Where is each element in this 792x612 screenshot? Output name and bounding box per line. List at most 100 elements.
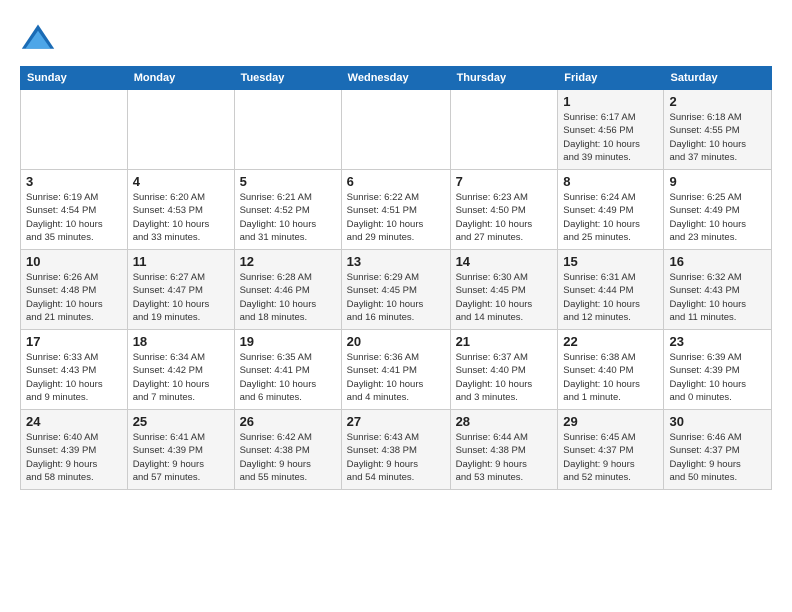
calendar-cell <box>341 90 450 170</box>
day-number: 13 <box>347 254 445 269</box>
day-number: 17 <box>26 334 122 349</box>
day-number: 29 <box>563 414 658 429</box>
day-number: 9 <box>669 174 766 189</box>
weekday-header-monday: Monday <box>127 67 234 90</box>
weekday-header-saturday: Saturday <box>664 67 772 90</box>
day-info: Sunrise: 6:34 AM Sunset: 4:42 PM Dayligh… <box>133 351 229 404</box>
day-number: 5 <box>240 174 336 189</box>
calendar-cell <box>127 90 234 170</box>
day-number: 1 <box>563 94 658 109</box>
day-info: Sunrise: 6:32 AM Sunset: 4:43 PM Dayligh… <box>669 271 766 324</box>
calendar-cell: 3 Sunrise: 6:19 AM Sunset: 4:54 PM Daylig… <box>21 170 128 250</box>
day-info: Sunrise: 6:18 AM Sunset: 4:55 PM Dayligh… <box>669 111 766 164</box>
day-info: Sunrise: 6:22 AM Sunset: 4:51 PM Dayligh… <box>347 191 445 244</box>
day-info: Sunrise: 6:33 AM Sunset: 4:43 PM Dayligh… <box>26 351 122 404</box>
week-row-2: 3 Sunrise: 6:19 AM Sunset: 4:54 PM Daylig… <box>21 170 772 250</box>
day-info: Sunrise: 6:19 AM Sunset: 4:54 PM Dayligh… <box>26 191 122 244</box>
day-number: 24 <box>26 414 122 429</box>
day-number: 15 <box>563 254 658 269</box>
day-info: Sunrise: 6:25 AM Sunset: 4:49 PM Dayligh… <box>669 191 766 244</box>
logo <box>20 20 60 56</box>
calendar-cell: 7 Sunrise: 6:23 AM Sunset: 4:50 PM Daylig… <box>450 170 558 250</box>
weekday-header-tuesday: Tuesday <box>234 67 341 90</box>
logo-icon <box>20 20 56 56</box>
day-info: Sunrise: 6:41 AM Sunset: 4:39 PM Dayligh… <box>133 431 229 484</box>
week-row-4: 17 Sunrise: 6:33 AM Sunset: 4:43 PM Dayli… <box>21 330 772 410</box>
calendar-cell <box>21 90 128 170</box>
calendar-cell: 14 Sunrise: 6:30 AM Sunset: 4:45 PM Dayli… <box>450 250 558 330</box>
calendar-cell <box>450 90 558 170</box>
calendar-cell: 17 Sunrise: 6:33 AM Sunset: 4:43 PM Dayli… <box>21 330 128 410</box>
calendar-cell: 19 Sunrise: 6:35 AM Sunset: 4:41 PM Dayli… <box>234 330 341 410</box>
calendar-cell: 30 Sunrise: 6:46 AM Sunset: 4:37 PM Dayli… <box>664 410 772 490</box>
day-number: 8 <box>563 174 658 189</box>
day-number: 11 <box>133 254 229 269</box>
week-row-5: 24 Sunrise: 6:40 AM Sunset: 4:39 PM Dayli… <box>21 410 772 490</box>
day-info: Sunrise: 6:36 AM Sunset: 4:41 PM Dayligh… <box>347 351 445 404</box>
week-row-1: 1 Sunrise: 6:17 AM Sunset: 4:56 PM Daylig… <box>21 90 772 170</box>
day-number: 14 <box>456 254 553 269</box>
day-number: 21 <box>456 334 553 349</box>
day-info: Sunrise: 6:24 AM Sunset: 4:49 PM Dayligh… <box>563 191 658 244</box>
calendar-cell: 21 Sunrise: 6:37 AM Sunset: 4:40 PM Dayli… <box>450 330 558 410</box>
day-number: 19 <box>240 334 336 349</box>
day-info: Sunrise: 6:46 AM Sunset: 4:37 PM Dayligh… <box>669 431 766 484</box>
day-info: Sunrise: 6:37 AM Sunset: 4:40 PM Dayligh… <box>456 351 553 404</box>
day-number: 6 <box>347 174 445 189</box>
weekday-header-thursday: Thursday <box>450 67 558 90</box>
calendar-cell: 13Sunrise: 6:29 AM Sunset: 4:45 PM Dayli… <box>341 250 450 330</box>
header <box>20 20 772 56</box>
week-row-3: 10 Sunrise: 6:26 AM Sunset: 4:48 PM Dayli… <box>21 250 772 330</box>
calendar-cell: 9 Sunrise: 6:25 AM Sunset: 4:49 PM Daylig… <box>664 170 772 250</box>
day-number: 3 <box>26 174 122 189</box>
day-info: Sunrise: 6:17 AM Sunset: 4:56 PM Dayligh… <box>563 111 658 164</box>
calendar-table: SundayMondayTuesdayWednesdayThursdayFrid… <box>20 66 772 490</box>
day-number: 23 <box>669 334 766 349</box>
day-info: Sunrise: 6:20 AM Sunset: 4:53 PM Dayligh… <box>133 191 229 244</box>
calendar-cell: 23 Sunrise: 6:39 AM Sunset: 4:39 PM Dayli… <box>664 330 772 410</box>
day-info: Sunrise: 6:38 AM Sunset: 4:40 PM Dayligh… <box>563 351 658 404</box>
calendar-cell: 12 Sunrise: 6:28 AM Sunset: 4:46 PM Dayli… <box>234 250 341 330</box>
day-info: Sunrise: 6:26 AM Sunset: 4:48 PM Dayligh… <box>26 271 122 324</box>
day-info: Sunrise: 6:35 AM Sunset: 4:41 PM Dayligh… <box>240 351 336 404</box>
calendar-cell: 11 Sunrise: 6:27 AM Sunset: 4:47 PM Dayli… <box>127 250 234 330</box>
day-info: Sunrise: 6:39 AM Sunset: 4:39 PM Dayligh… <box>669 351 766 404</box>
weekday-header-friday: Friday <box>558 67 664 90</box>
day-number: 12 <box>240 254 336 269</box>
day-number: 20 <box>347 334 445 349</box>
day-number: 7 <box>456 174 553 189</box>
day-info: Sunrise: 6:28 AM Sunset: 4:46 PM Dayligh… <box>240 271 336 324</box>
day-number: 27 <box>347 414 445 429</box>
day-info: Sunrise: 6:27 AM Sunset: 4:47 PM Dayligh… <box>133 271 229 324</box>
calendar-cell: 27 Sunrise: 6:43 AM Sunset: 4:38 PM Dayli… <box>341 410 450 490</box>
day-number: 10 <box>26 254 122 269</box>
day-number: 30 <box>669 414 766 429</box>
day-number: 16 <box>669 254 766 269</box>
calendar-cell: 4Sunrise: 6:20 AM Sunset: 4:53 PM Daylig… <box>127 170 234 250</box>
day-number: 28 <box>456 414 553 429</box>
calendar-cell: 16 Sunrise: 6:32 AM Sunset: 4:43 PM Dayli… <box>664 250 772 330</box>
day-info: Sunrise: 6:43 AM Sunset: 4:38 PM Dayligh… <box>347 431 445 484</box>
day-number: 25 <box>133 414 229 429</box>
weekday-header-sunday: Sunday <box>21 67 128 90</box>
day-info: Sunrise: 6:23 AM Sunset: 4:50 PM Dayligh… <box>456 191 553 244</box>
calendar-cell: 10 Sunrise: 6:26 AM Sunset: 4:48 PM Dayli… <box>21 250 128 330</box>
calendar-cell: 24 Sunrise: 6:40 AM Sunset: 4:39 PM Dayli… <box>21 410 128 490</box>
calendar-cell <box>234 90 341 170</box>
calendar-cell: 15 Sunrise: 6:31 AM Sunset: 4:44 PM Dayli… <box>558 250 664 330</box>
day-info: Sunrise: 6:40 AM Sunset: 4:39 PM Dayligh… <box>26 431 122 484</box>
weekday-header-wednesday: Wednesday <box>341 67 450 90</box>
day-number: 26 <box>240 414 336 429</box>
day-info: Sunrise: 6:30 AM Sunset: 4:45 PM Dayligh… <box>456 271 553 324</box>
day-info: Sunrise: 6:21 AM Sunset: 4:52 PM Dayligh… <box>240 191 336 244</box>
calendar-cell: 2 Sunrise: 6:18 AM Sunset: 4:55 PM Daylig… <box>664 90 772 170</box>
day-number: 22 <box>563 334 658 349</box>
day-info: Sunrise: 6:31 AM Sunset: 4:44 PM Dayligh… <box>563 271 658 324</box>
calendar-cell: 5 Sunrise: 6:21 AM Sunset: 4:52 PM Daylig… <box>234 170 341 250</box>
day-number: 18 <box>133 334 229 349</box>
day-info: Sunrise: 6:42 AM Sunset: 4:38 PM Dayligh… <box>240 431 336 484</box>
calendar-cell: 22 Sunrise: 6:38 AM Sunset: 4:40 PM Dayli… <box>558 330 664 410</box>
day-info: Sunrise: 6:45 AM Sunset: 4:37 PM Dayligh… <box>563 431 658 484</box>
weekday-header-row: SundayMondayTuesdayWednesdayThursdayFrid… <box>21 67 772 90</box>
day-number: 2 <box>669 94 766 109</box>
